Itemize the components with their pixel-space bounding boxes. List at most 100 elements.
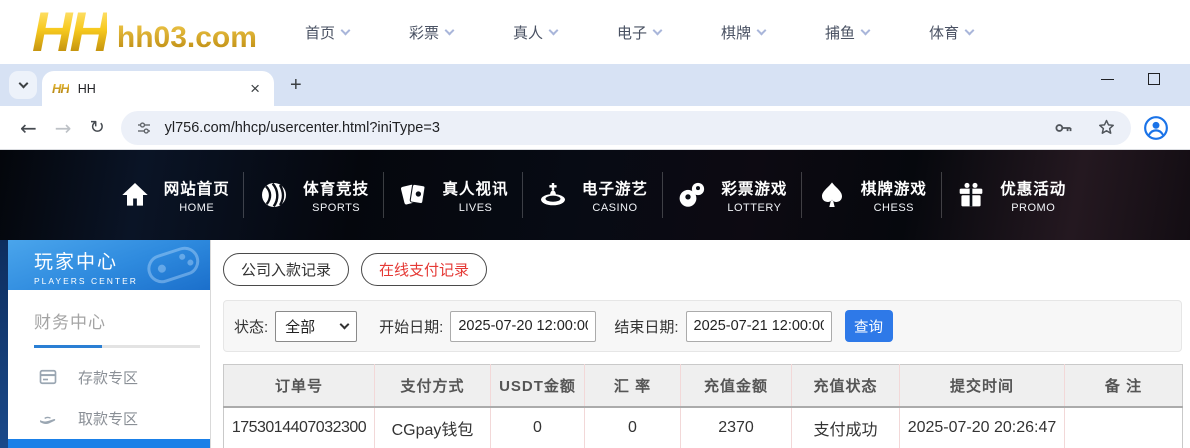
menu-item-chess[interactable]: 棋牌 [721,22,765,43]
nav-label-en: LOTTERY [721,202,787,214]
new-tab-button[interactable]: + [290,74,302,97]
sports-ball-icon [258,179,290,211]
logo-text: HH [32,7,107,57]
menu-item-live[interactable]: 真人 [513,22,557,43]
menu-item-lottery[interactable]: 彩票 [409,22,453,43]
game-nav: 网站首页 HOME 体育竞技 SPORTS [0,150,1190,240]
sidebar-item-withdraw[interactable]: 取款专区 [8,406,210,430]
window-minimize-button[interactable] [1101,79,1114,80]
nav-label-en: HOME [164,202,230,214]
menu-item-fishing[interactable]: 捕鱼 [825,22,869,43]
browser-profile-avatar[interactable] [1143,115,1169,141]
bookmark-star-icon[interactable] [1096,117,1117,138]
col-recharge-amount: 充值金额 [681,365,792,407]
nav-label-zh: 彩票游戏 [721,177,787,199]
browser-addressbar: ← → ↻ yl756.com/hhcp/usercenter.html?ini… [0,106,1190,150]
sidebar-section-underline [34,345,200,348]
menu-label: 体育 [929,22,959,43]
url-text[interactable]: yl756.com/hhcp/usercenter.html?iniType=3 [165,120,1052,136]
cell-recharge-status: 支付成功 [792,407,900,448]
chevron-down-icon [445,25,455,35]
withdraw-hand-icon [38,408,58,428]
chevron-down-icon [653,25,663,35]
col-order-number: 订单号 [224,365,375,407]
cell-submit-time: 2025-07-20 20:26:47 [900,407,1065,448]
nav-item-lives[interactable]: 真人视讯 LIVES [384,177,522,214]
chevron-down-icon [757,25,767,35]
nav-label-zh: 网站首页 [164,177,230,199]
nav-label-en: PROMO [1000,202,1066,214]
lottery-balls-icon [676,179,708,211]
nav-label-zh: 体育竞技 [303,177,369,199]
cell-usdt-amount: 0 [491,407,585,448]
left-accent-strip [0,240,8,448]
nav-item-chess[interactable]: 棋牌游戏 CHESS [802,177,940,214]
sidebar-section-title: 财务中心 [34,308,210,333]
table-row: 1753014407032300 CGpay钱包 0 0 2370 支付成功 2… [224,407,1183,448]
status-select[interactable]: 全部 [275,311,357,342]
page: HH hh03.com 首页 彩票 真人 电子 棋牌 [0,0,1190,448]
back-button[interactable]: ← [20,116,37,140]
browser-tab[interactable]: HH HH × [42,71,274,106]
top-menu: 首页 彩票 真人 电子 棋牌 捕鱼 [305,22,973,43]
home-icon [119,179,151,211]
col-remarks: 备 注 [1065,365,1183,407]
cell-order-number: 1753014407032300 [224,407,375,448]
browser-tabstrip: HH HH × + [0,64,1190,106]
tab-search-button[interactable] [9,71,37,99]
menu-label: 真人 [513,22,543,43]
menu-label: 棋牌 [721,22,751,43]
playing-cards-icon [398,179,430,211]
site-info-icon[interactable] [135,119,153,137]
content-area: 玩家中心 PLAYERS CENTER 财务中心 存款专 [0,240,1190,448]
logo-domain: hh03.com [117,21,257,55]
menu-item-slots[interactable]: 电子 [617,22,661,43]
reload-button[interactable]: ↻ [90,117,105,138]
status-label: 状态: [234,316,268,337]
cell-recharge-amount: 2370 [681,407,792,448]
sidebar: 玩家中心 PLAYERS CENTER 财务中心 存款专 [8,240,211,448]
nav-item-sports[interactable]: 体育竞技 SPORTS [244,177,382,214]
end-date-input[interactable] [686,311,832,342]
nav-label-en: CASINO [582,202,648,214]
menu-item-sports[interactable]: 体育 [929,22,973,43]
menu-item-home[interactable]: 首页 [305,22,349,43]
nav-item-promo[interactable]: 优惠活动 PROMO [942,177,1080,214]
start-date-label: 开始日期: [379,316,443,337]
nav-label-zh: 棋牌游戏 [861,177,927,199]
col-exchange-rate: 汇 率 [585,365,681,407]
sidebar-underline-accent [34,345,102,348]
chevron-down-icon [18,79,28,89]
nav-item-home[interactable]: 网站首页 HOME [105,177,243,214]
table-header-row: 订单号 支付方式 USDT金额 汇 率 充值金额 充值状态 提交时间 备 注 [224,365,1183,407]
sidebar-item-recharge-records[interactable]: 充值记录 › [8,439,210,448]
cell-exchange-rate: 0 [585,407,681,448]
menu-label: 捕鱼 [825,22,855,43]
tab-favicon-icon: HH [52,81,69,96]
site-logo[interactable]: HH hh03.com [32,7,257,57]
query-button[interactable]: 查询 [845,310,893,342]
password-key-icon[interactable] [1052,117,1074,139]
cell-remarks [1065,407,1183,448]
chevron-down-icon [549,25,559,35]
sidebar-item-deposit[interactable]: 存款专区 [8,365,210,389]
chevron-down-icon [965,25,975,35]
window-controls [1101,73,1160,85]
window-maximize-button[interactable] [1148,73,1160,85]
col-payment-method: 支付方式 [375,365,491,407]
roulette-icon [537,179,569,211]
tab-online-payment-records[interactable]: 在线支付记录 [361,253,487,286]
cell-payment-method: CGpay钱包 [375,407,491,448]
nav-item-lottery[interactable]: 彩票游戏 LOTTERY [663,177,801,214]
nav-label-zh: 电子游艺 [582,177,648,199]
nav-item-casino[interactable]: 电子游艺 CASINO [523,177,661,214]
menu-label: 首页 [305,22,335,43]
start-date-input[interactable] [450,311,596,342]
nav-label-en: SPORTS [303,202,369,214]
tab-company-deposit-records[interactable]: 公司入款记录 [223,253,349,286]
col-recharge-status: 充值状态 [792,365,900,407]
close-tab-icon[interactable]: × [246,79,264,99]
url-bar[interactable]: yl756.com/hhcp/usercenter.html?iniType=3 [121,111,1131,145]
col-submit-time: 提交时间 [900,365,1065,407]
deposit-icon [38,367,58,387]
